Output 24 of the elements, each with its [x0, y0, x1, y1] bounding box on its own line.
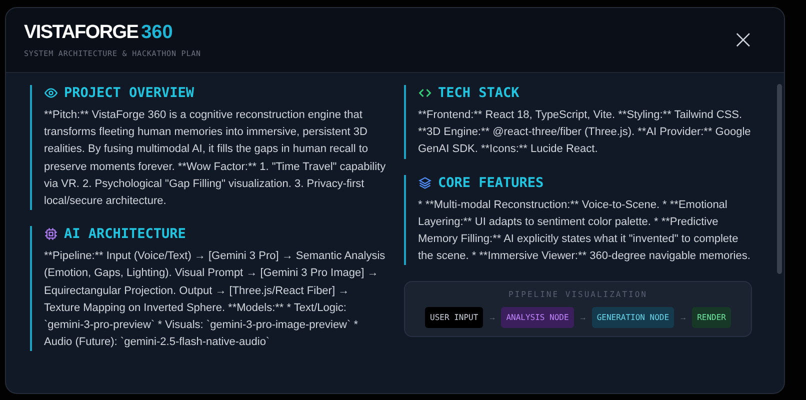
scrollbar[interactable] — [777, 84, 782, 274]
eye-icon — [44, 86, 58, 100]
section-text: **Frontend:** React 18, TypeScript, Vite. **Styling:** Tailwind CSS. **3D Engine:** @react-three/fiber (Three.js). **AI Provider:** Google GenAI SDK. **Icons:** Lucide React. — [418, 108, 752, 158]
section-heading: CORE FEATURES — [438, 174, 544, 191]
section-heading: AI ARCHITECTURE — [64, 226, 186, 242]
arrow-glyph: → — [488, 313, 496, 322]
pipeline-node: ANALYSIS NODE — [501, 307, 574, 328]
pipeline-node: RENDER — [692, 307, 731, 328]
section-heading: TECH STACK — [438, 85, 520, 101]
layers-icon — [418, 176, 432, 190]
title-version: 360 — [141, 22, 173, 44]
code-icon — [418, 86, 432, 100]
section-text: * **Multi-modal Reconstruction:** Voice-to-Scene. * **Emotional Layering:** UI adapts to sentiment color palette. * **Predictive Memory Filling:** AI explicitly states what it "invented" to complete the scene. * **Immersive Viewer:** 360-degree navigable memories. — [418, 198, 752, 264]
arrow-glyph: → — [578, 313, 587, 322]
dialog-title: VISTAFORGE — [24, 22, 138, 44]
pipeline-node: GENERATION NODE — [592, 307, 674, 328]
pipeline-title: PIPELINE VISUALIZATION — [508, 290, 648, 300]
section-text: **Pipeline:** Input (Voice/Text) → [Gemini 3 Pro] → Semantic Analysis (Emotion, Gaps, Lighting). Visual Prompt → [Gemini 3 Pro Image] → Equirectangular Projection. Output → [Three.js/React Fiber] → Texture Mapping on Inverted Sphere. **Models:** * Text/Logic: `gemini-3-pro-preview` * Visuals: `gemini-3-pro-image-preview` * Audio (Future): `gemini-2.5-flash-native-audio` — [44, 249, 386, 350]
arrow-glyph: → — [679, 313, 688, 322]
chip-icon — [44, 227, 58, 242]
section-heading: PROJECT OVERVIEW — [64, 85, 194, 101]
section-text: **Pitch:** VistaForge 360 is a cognitive reconstruction engine that transforms fleeting human memories into immersive, persistent 3D realities. By fusing multimodal AI, it fills the gaps in human recall to preserve moments forever. **Wow Factor:** 1. "Time Travel" capability via VR. 2. Psychological "Gap Filling" visualization. 3. Privacy-first local/secure architecture. — [44, 108, 386, 210]
pipeline-node: USER INPUT — [425, 307, 484, 328]
close-button[interactable]: × — [728, 27, 758, 53]
